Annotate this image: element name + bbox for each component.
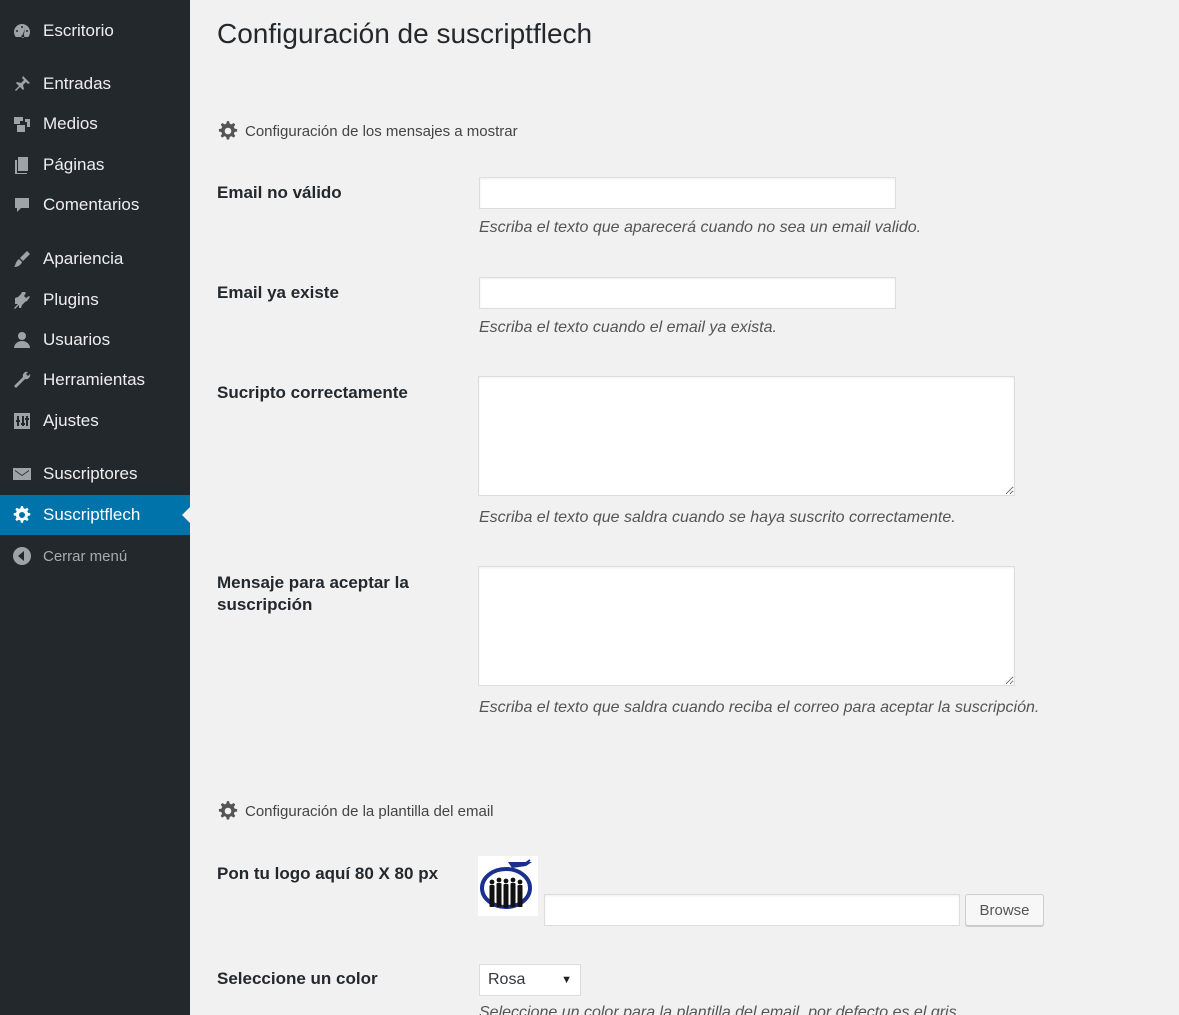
sidebar-item-label: Páginas [43,155,105,174]
sidebar-item-label: Suscriptores [43,464,138,483]
color-select[interactable]: Rosa ▼ [479,964,581,996]
sidebar-item-escritorio[interactable]: Escritorio [0,11,190,51]
email-exists-description: Escriba el texto cuando el email ya exis… [479,319,777,336]
user-icon [11,329,33,351]
logo-file-input[interactable] [544,894,960,926]
sidebar-item-label: Suscriptflech [43,505,141,524]
admin-sidebar: Escritorio Entradas Medios Páginas Comen… [0,0,190,1015]
accept-message-label: Mensaje para aceptar la suscripción [217,573,409,614]
sidebar-item-label: Medios [43,114,98,133]
brush-icon [11,248,33,270]
invalid-email-label: Email no válido [217,183,342,202]
logo-label: Pon tu logo aquí 80 X 80 px [217,864,439,883]
mail-icon [11,463,33,485]
wrench-icon [11,369,33,391]
gear-icon [218,121,238,140]
sidebar-item-paginas[interactable]: Páginas [0,145,190,185]
sidebar-item-comentarios[interactable]: Comentarios [0,185,190,225]
page-title: Configuración de suscriptflech [217,18,593,49]
invalid-email-input[interactable] [479,177,896,209]
section-heading-template: Configuración de la plantilla del email [217,800,493,822]
accept-message-textarea[interactable] [478,566,1015,686]
settings-icon [11,410,33,432]
sidebar-item-label: Escritorio [43,21,114,40]
sidebar-item-ajustes[interactable]: Ajustes [0,401,190,441]
sidebar-item-usuarios[interactable]: Usuarios [0,320,190,360]
logo-image [480,859,532,909]
media-icon [11,113,33,135]
subscribed-ok-description: Escriba el texto que saldra cuando se ha… [479,509,956,526]
collapse-menu-label: Cerrar menú [43,547,128,565]
section-heading-text: Configuración de los mensajes a mostrar [245,122,518,140]
invalid-email-description: Escriba el texto que aparecerá cuando no… [479,219,922,236]
sidebar-item-label: Plugins [43,290,99,309]
subscribed-ok-label: Sucripto correctamente [217,383,408,402]
logo-thumbnail [478,856,538,916]
sidebar-item-label: Usuarios [43,330,111,349]
subscribed-ok-textarea[interactable] [478,376,1015,496]
browse-button[interactable]: Browse [965,894,1044,926]
sidebar-item-suscriptflech[interactable]: Suscriptflech [0,495,190,535]
email-exists-label: Email ya existe [217,283,339,302]
sidebar-item-label: Herramientas [43,370,146,389]
accept-message-description: Escriba el texto que saldra cuando recib… [479,699,1040,716]
sidebar-item-label: Ajustes [43,411,99,430]
pin-icon [11,73,33,95]
pages-icon [11,154,33,176]
sidebar-item-suscriptores[interactable]: Suscriptores [0,454,190,494]
dropdown-arrow-icon: ▼ [561,974,572,986]
sidebar-item-apariencia[interactable]: Apariencia [0,239,190,279]
color-description: Seleccione un color para la plantilla de… [479,1004,962,1015]
sidebar-item-label: Comentarios [43,195,140,214]
color-select-value: Rosa [488,971,526,988]
gear-icon [11,504,33,526]
sidebar-item-plugins[interactable]: Plugins [0,280,190,320]
email-exists-input[interactable] [479,277,896,309]
section-heading-text: Configuración de la plantilla del email [245,802,494,820]
sidebar-item-label: Entradas [43,74,112,93]
gear-icon [218,801,238,820]
collapse-arrow-icon [11,545,33,567]
comments-icon [11,194,33,216]
sidebar-item-herramientas[interactable]: Herramientas [0,360,190,400]
section-heading-messages: Configuración de los mensajes a mostrar [217,120,518,142]
collapse-menu-button[interactable]: Cerrar menú [0,536,190,576]
dashboard-icon [11,20,33,42]
color-label: Seleccione un color [217,969,378,988]
sidebar-item-medios[interactable]: Medios [0,104,190,144]
sidebar-item-entradas[interactable]: Entradas [0,64,190,104]
sidebar-item-label: Apariencia [43,249,124,268]
plugins-icon [11,289,33,311]
